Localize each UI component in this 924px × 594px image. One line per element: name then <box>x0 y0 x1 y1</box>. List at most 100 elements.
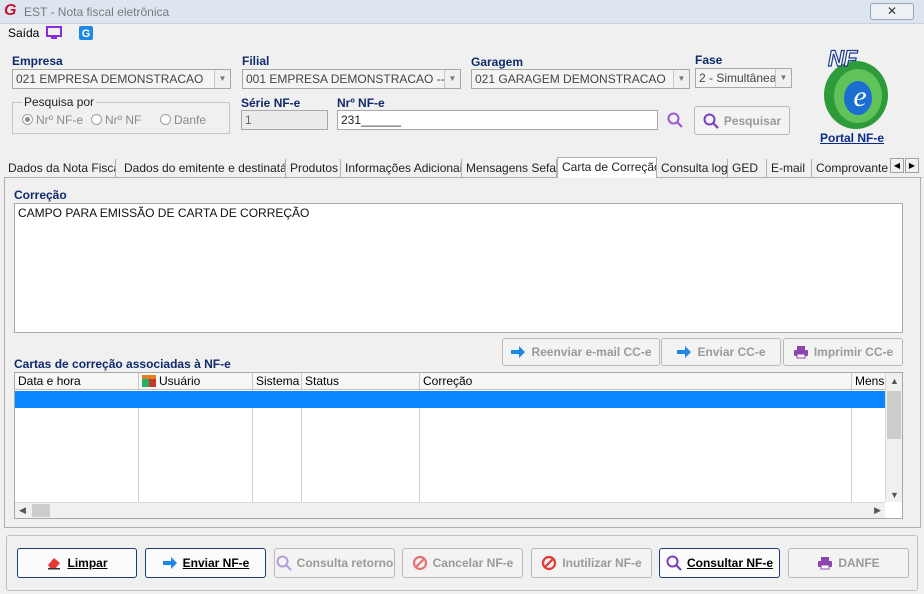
arrow-right-icon <box>677 346 692 358</box>
cartas-table[interactable]: Data e hora Usuário Sistema Status Corre… <box>14 372 903 519</box>
tab-carta-correcao[interactable]: Carta de Correção <box>557 157 657 178</box>
correcao-label: Correção <box>14 188 67 202</box>
table-row-selected[interactable] <box>15 391 886 408</box>
pesquisar-button[interactable]: Pesquisar <box>694 106 790 135</box>
nr-nfe-label: Nrº NF-e <box>337 96 385 110</box>
danfe-button[interactable]: DANFE <box>788 548 909 578</box>
fase-select[interactable]: 2 - Simultânea ▼ <box>695 68 792 88</box>
radio-icon <box>91 114 102 125</box>
chevron-down-icon[interactable]: ▼ <box>890 490 899 500</box>
tab-email[interactable]: E-mail <box>767 159 812 178</box>
search-icon <box>703 113 719 129</box>
table-header: Data e hora Usuário Sistema Status Corre… <box>15 373 902 390</box>
col-correcao[interactable]: Correção <box>420 373 852 390</box>
col-usuario-label: Usuário <box>159 374 201 388</box>
reenviar-label: Reenviar e-mail CC-e <box>531 345 652 359</box>
correcao-textarea[interactable]: CAMPO PARA EMISSÃO DE CARTA DE CORREÇÃO <box>14 203 903 333</box>
search-icon[interactable] <box>667 112 683 128</box>
app-logo-icon: G <box>4 2 17 19</box>
radio-nr-nf-label: Nrº NF <box>105 113 142 127</box>
svg-text:e: e <box>853 80 866 113</box>
inutilizar-nfe-label: Inutilizar NF-e <box>562 556 642 570</box>
tab-emitente[interactable]: Dados do emitente e destinatário <box>120 159 286 178</box>
pesquisa-label: Pesquisa por <box>22 95 97 109</box>
monitor-icon[interactable] <box>46 26 62 40</box>
col-mensagem[interactable]: Mensa <box>852 373 887 390</box>
serie-label: Série NF-e <box>241 96 301 110</box>
filial-value: 001 EMPRESA DEMONSTRACAO -- SAO <box>246 72 461 86</box>
radio-selected-icon <box>22 114 33 125</box>
danfe-label: DANFE <box>838 556 880 570</box>
saida-menu[interactable]: Saída <box>8 26 39 40</box>
radio-icon <box>160 114 171 125</box>
svg-text:NF: NF <box>828 46 858 71</box>
inutilizar-nfe-button[interactable]: Inutilizar NF-e <box>531 548 652 578</box>
arrow-right-icon <box>511 346 526 358</box>
consultar-nfe-button[interactable]: Consultar NF-e <box>659 548 780 578</box>
filial-select[interactable]: 001 EMPRESA DEMONSTRACAO -- SAO ▼ <box>242 69 461 89</box>
enviar-cce-button[interactable]: Enviar CC-e <box>661 338 781 366</box>
serie-field[interactable]: 1 <box>241 110 328 130</box>
scroll-thumb[interactable] <box>887 391 901 439</box>
filter-icon <box>142 375 156 390</box>
reenviar-email-button[interactable]: Reenviar e-mail CC-e <box>502 338 660 366</box>
col-sistema[interactable]: Sistema <box>253 373 302 390</box>
enviar-nfe-button[interactable]: Enviar NF-e <box>145 548 266 578</box>
portal-nfe-link[interactable]: Portal NF-e <box>820 131 884 145</box>
imprimir-cce-label: Imprimir CC-e <box>813 345 894 359</box>
garagem-value: 021 GARAGEM DEMONSTRACAO <box>475 72 666 86</box>
tab-scroll-left-icon[interactable]: ◀ <box>890 158 904 173</box>
pesquisar-label: Pesquisar <box>723 113 782 128</box>
radio-nr-nfe-label: Nrº NF-e <box>36 113 84 127</box>
search-icon <box>276 555 292 571</box>
imprimir-cce-button[interactable]: Imprimir CC-e <box>783 338 903 366</box>
garagem-label: Garagem <box>471 55 524 69</box>
tab-bar: Dados da Nota Fiscal Dados do emitente e… <box>4 157 922 178</box>
tab-produtos[interactable]: Produtos <box>286 159 341 178</box>
col-data-hora[interactable]: Data e hora <box>15 373 139 390</box>
tab-ged[interactable]: GED <box>728 159 767 178</box>
close-button[interactable]: ✕ <box>870 3 914 20</box>
empresa-label: Empresa <box>12 54 63 68</box>
tab-consulta-log[interactable]: Consulta log <box>657 159 728 178</box>
col-usuario[interactable]: Usuário <box>139 373 253 390</box>
horizontal-scrollbar[interactable]: ◀ ▶ <box>15 502 885 518</box>
cancelar-nfe-label: Cancelar NF-e <box>432 556 514 570</box>
chevron-up-icon[interactable]: ▲ <box>890 376 899 386</box>
fase-value: 2 - Simultânea <box>699 71 777 85</box>
printer-icon <box>793 346 808 359</box>
tab-scroll-right-icon[interactable]: ▶ <box>905 158 919 173</box>
tab-comprovante[interactable]: Comprovante de <box>812 159 892 178</box>
consulta-retorno-button[interactable]: Consulta retorno <box>274 548 395 578</box>
col-status[interactable]: Status <box>302 373 420 390</box>
radio-danfe[interactable]: Danfe <box>160 113 206 127</box>
cancel-icon <box>542 555 557 571</box>
nr-nfe-field[interactable]: 231______ <box>337 110 658 130</box>
scroll-thumb[interactable] <box>32 504 50 517</box>
enviar-cce-label: Enviar CC-e <box>697 345 766 359</box>
limpar-button[interactable]: Limpar <box>17 548 137 578</box>
fase-label: Fase <box>695 53 723 67</box>
tab-info-adicionais[interactable]: Informações Adicionais <box>341 159 462 178</box>
radio-danfe-label: Danfe <box>174 113 207 127</box>
radio-nr-nf[interactable]: Nrº NF <box>91 113 141 127</box>
chevron-right-icon[interactable]: ▶ <box>874 505 881 516</box>
chevron-left-icon[interactable]: ◀ <box>19 505 26 516</box>
printer-icon <box>818 557 833 570</box>
empresa-value: 021 EMPRESA DEMONSTRACAO <box>16 72 204 86</box>
chevron-down-icon: ▼ <box>444 70 460 88</box>
limpar-label: Limpar <box>67 556 108 570</box>
window-title: EST - Nota fiscal eletrônica <box>24 5 170 19</box>
vertical-scrollbar[interactable]: ▲ ▼ <box>885 373 902 502</box>
cancelar-nfe-button[interactable]: Cancelar NF-e <box>402 548 523 578</box>
tab-dados-nota[interactable]: Dados da Nota Fiscal <box>4 159 116 178</box>
chevron-down-icon: ▼ <box>673 70 689 88</box>
app-shortcut-icon[interactable]: G <box>78 25 94 40</box>
garagem-select[interactable]: 021 GARAGEM DEMONSTRACAO ▼ <box>471 69 690 89</box>
enviar-nfe-label: Enviar NF-e <box>182 556 250 570</box>
tab-mensagens[interactable]: Mensagens Sefaz <box>462 159 557 178</box>
empresa-select[interactable]: 021 EMPRESA DEMONSTRACAO ▼ <box>12 69 231 89</box>
consulta-retorno-label: Consulta retorno <box>296 556 394 570</box>
radio-nr-nfe[interactable]: Nrº NF-e <box>22 113 83 127</box>
nfe-logo-icon: e NF <box>806 40 902 136</box>
